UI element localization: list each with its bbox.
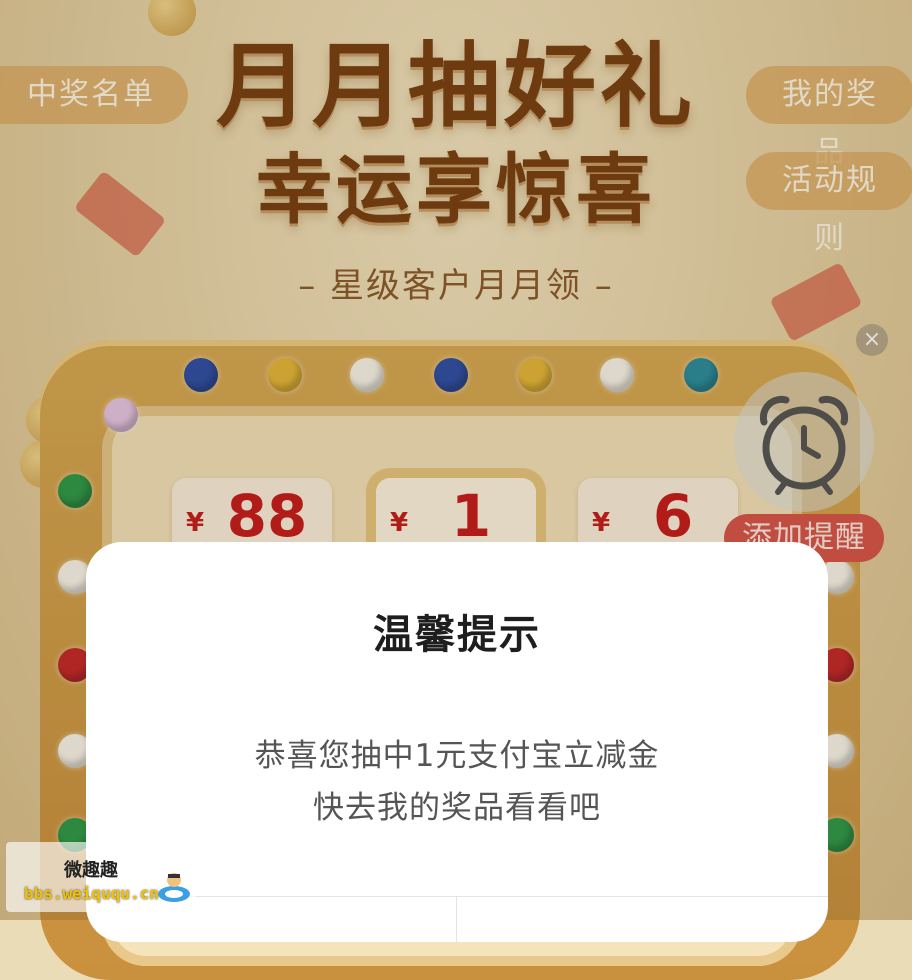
watermark-text-url: bbs.weiququ.cn	[24, 884, 159, 903]
dialog-title: 温馨提示	[373, 612, 541, 658]
watermark-text-top: 微趣趣	[64, 860, 118, 881]
prompt-dialog: 温馨提示 恭喜您抽中1元支付宝立减金 快去我的奖品看看吧	[86, 542, 828, 942]
watermark: 微趣趣 bbs.weiququ.cn	[6, 842, 196, 912]
dialog-button-divider	[456, 896, 457, 942]
dialog-right-button[interactable]	[458, 898, 828, 942]
dialog-divider	[86, 896, 828, 897]
dialog-message-line2: 快去我的奖品看看吧	[313, 790, 601, 826]
dialog-message-line1: 恭喜您抽中1元支付宝立减金	[254, 738, 660, 774]
swimmer-icon	[158, 873, 190, 902]
